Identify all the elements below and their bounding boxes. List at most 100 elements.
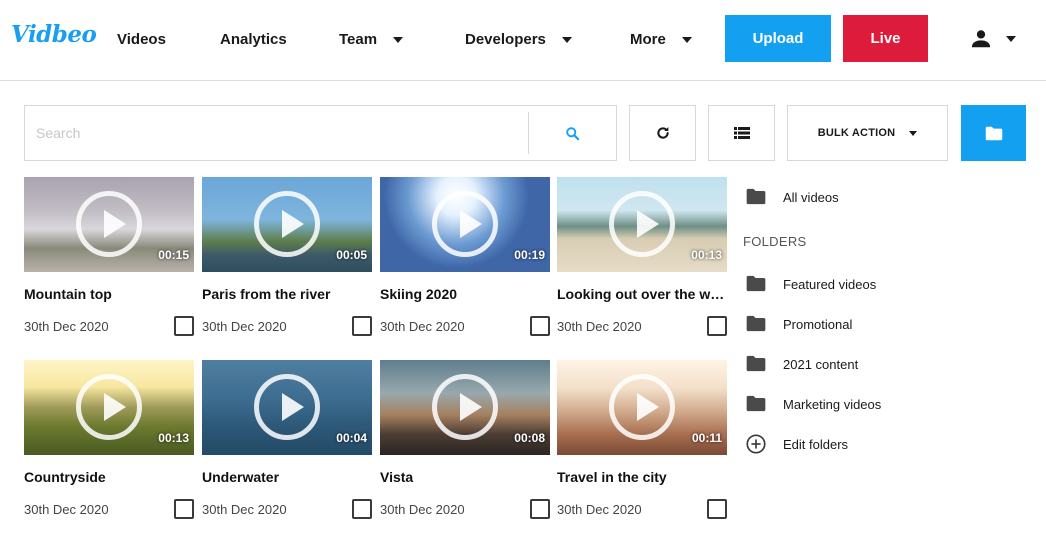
list-view-button[interactable] xyxy=(708,105,775,161)
video-duration: 00:19 xyxy=(514,248,545,262)
video-thumbnail[interactable]: 00:13 xyxy=(557,177,727,272)
video-title[interactable]: Looking out over the water xyxy=(557,286,727,304)
play-icon xyxy=(254,191,320,257)
top-navigation: Vidbeo Videos Analytics Team Developers … xyxy=(0,0,1046,81)
vidbeo-logo[interactable]: Vidbeo xyxy=(11,21,97,48)
play-icon xyxy=(609,374,675,440)
chevron-down-icon xyxy=(909,130,918,136)
nav-item-team[interactable]: Team xyxy=(339,31,404,48)
sidebar-item-label: Marketing videos xyxy=(783,396,882,412)
play-icon xyxy=(254,374,320,440)
video-date: 30th Dec 2020 xyxy=(24,501,109,517)
add-circle-icon xyxy=(746,434,766,454)
video-title[interactable]: Mountain top xyxy=(24,286,194,304)
folders-toggle-button[interactable] xyxy=(961,105,1026,161)
folder-icon xyxy=(746,275,766,292)
bulk-action-label: BULK ACTION xyxy=(817,127,896,139)
search-button[interactable] xyxy=(529,106,616,160)
sidebar-item-label: Featured videos xyxy=(783,276,877,292)
sidebar-item-label: All videos xyxy=(783,189,839,205)
search-bar xyxy=(24,105,617,161)
video-select-checkbox[interactable] xyxy=(174,316,194,336)
video-duration: 00:04 xyxy=(336,431,367,445)
video-card: 00:04 Underwater 30th Dec 2020 xyxy=(202,360,372,519)
video-duration: 00:13 xyxy=(158,431,189,445)
upload-button[interactable]: Upload xyxy=(725,15,831,62)
play-icon xyxy=(609,191,675,257)
bulk-action-dropdown[interactable]: BULK ACTION xyxy=(787,105,948,161)
nav-item-videos[interactable]: Videos xyxy=(117,31,166,48)
video-thumbnail[interactable]: 00:15 xyxy=(24,177,194,272)
video-grid: 00:15 Mountain top 30th Dec 2020 00:05 P… xyxy=(24,177,728,535)
live-button[interactable]: Live xyxy=(843,15,928,62)
video-duration: 00:13 xyxy=(691,248,722,262)
search-input[interactable] xyxy=(25,106,528,160)
video-select-checkbox[interactable] xyxy=(530,499,550,519)
video-title[interactable]: Countryside xyxy=(24,469,194,487)
video-date: 30th Dec 2020 xyxy=(380,501,465,517)
nav-item-label: Developers xyxy=(465,31,546,48)
user-icon xyxy=(971,30,991,48)
video-select-checkbox[interactable] xyxy=(174,499,194,519)
folder-icon xyxy=(746,395,766,412)
video-card: 00:08 Vista 30th Dec 2020 xyxy=(380,360,550,519)
list-view-icon xyxy=(733,127,750,139)
nav-item-more[interactable]: More xyxy=(630,31,692,48)
play-icon xyxy=(432,374,498,440)
nav-item-developers[interactable]: Developers xyxy=(465,31,572,48)
video-date: 30th Dec 2020 xyxy=(24,318,109,334)
nav-item-analytics[interactable]: Analytics xyxy=(220,31,287,48)
video-duration: 00:08 xyxy=(514,431,545,445)
video-duration: 00:15 xyxy=(158,248,189,262)
video-title[interactable]: Travel in the city xyxy=(557,469,727,487)
video-date: 30th Dec 2020 xyxy=(557,501,642,517)
video-title[interactable]: Skiing 2020 xyxy=(380,286,550,304)
folder-icon xyxy=(746,188,766,205)
video-card: 00:15 Mountain top 30th Dec 2020 xyxy=(24,177,194,336)
video-select-checkbox[interactable] xyxy=(707,316,727,336)
video-thumbnail[interactable]: 00:19 xyxy=(380,177,550,272)
nav-item-label: Analytics xyxy=(220,31,287,48)
play-icon xyxy=(432,191,498,257)
folders-heading: FOLDERS xyxy=(743,234,807,249)
video-select-checkbox[interactable] xyxy=(352,316,372,336)
play-icon xyxy=(76,374,142,440)
video-date: 30th Dec 2020 xyxy=(557,318,642,334)
video-thumbnail[interactable]: 00:13 xyxy=(24,360,194,455)
video-card: 00:13 Countryside 30th Dec 2020 xyxy=(24,360,194,519)
sidebar-item-label: Promotional xyxy=(783,316,853,332)
video-select-checkbox[interactable] xyxy=(707,499,727,519)
nav-item-label: Videos xyxy=(117,31,166,48)
chevron-down-icon xyxy=(561,36,572,43)
video-date: 30th Dec 2020 xyxy=(380,318,465,334)
search-icon xyxy=(566,126,580,140)
folder-icon xyxy=(746,355,766,372)
user-menu[interactable] xyxy=(970,28,1016,50)
nav-item-label: Team xyxy=(339,31,378,48)
video-card: 00:11 Travel in the city 30th Dec 2020 xyxy=(557,360,727,519)
video-select-checkbox[interactable] xyxy=(530,316,550,336)
video-thumbnail[interactable]: 00:11 xyxy=(557,360,727,455)
sidebar-item-label: 2021 content xyxy=(783,356,859,372)
video-thumbnail[interactable]: 00:04 xyxy=(202,360,372,455)
video-title[interactable]: Underwater xyxy=(202,469,372,487)
video-select-checkbox[interactable] xyxy=(352,499,372,519)
nav-item-label: More xyxy=(630,31,666,48)
refresh-button[interactable] xyxy=(629,105,696,161)
play-icon xyxy=(76,191,142,257)
video-thumbnail[interactable]: 00:08 xyxy=(380,360,550,455)
video-card: 00:05 Paris from the river 30th Dec 2020 xyxy=(202,177,372,336)
sidebar-item-label: Edit folders xyxy=(783,436,849,452)
video-thumbnail[interactable]: 00:05 xyxy=(202,177,372,272)
video-date: 30th Dec 2020 xyxy=(202,501,287,517)
video-card: 00:13 Looking out over the water 30th De… xyxy=(557,177,727,336)
folder-icon xyxy=(746,315,766,332)
video-title[interactable]: Vista xyxy=(380,469,550,487)
chevron-down-icon xyxy=(1006,36,1016,42)
video-duration: 00:11 xyxy=(691,431,722,445)
video-title[interactable]: Paris from the river xyxy=(202,286,372,304)
refresh-icon xyxy=(656,127,669,139)
folder-icon xyxy=(985,126,1002,140)
video-card: 00:19 Skiing 2020 30th Dec 2020 xyxy=(380,177,550,336)
video-duration: 00:05 xyxy=(336,248,367,262)
